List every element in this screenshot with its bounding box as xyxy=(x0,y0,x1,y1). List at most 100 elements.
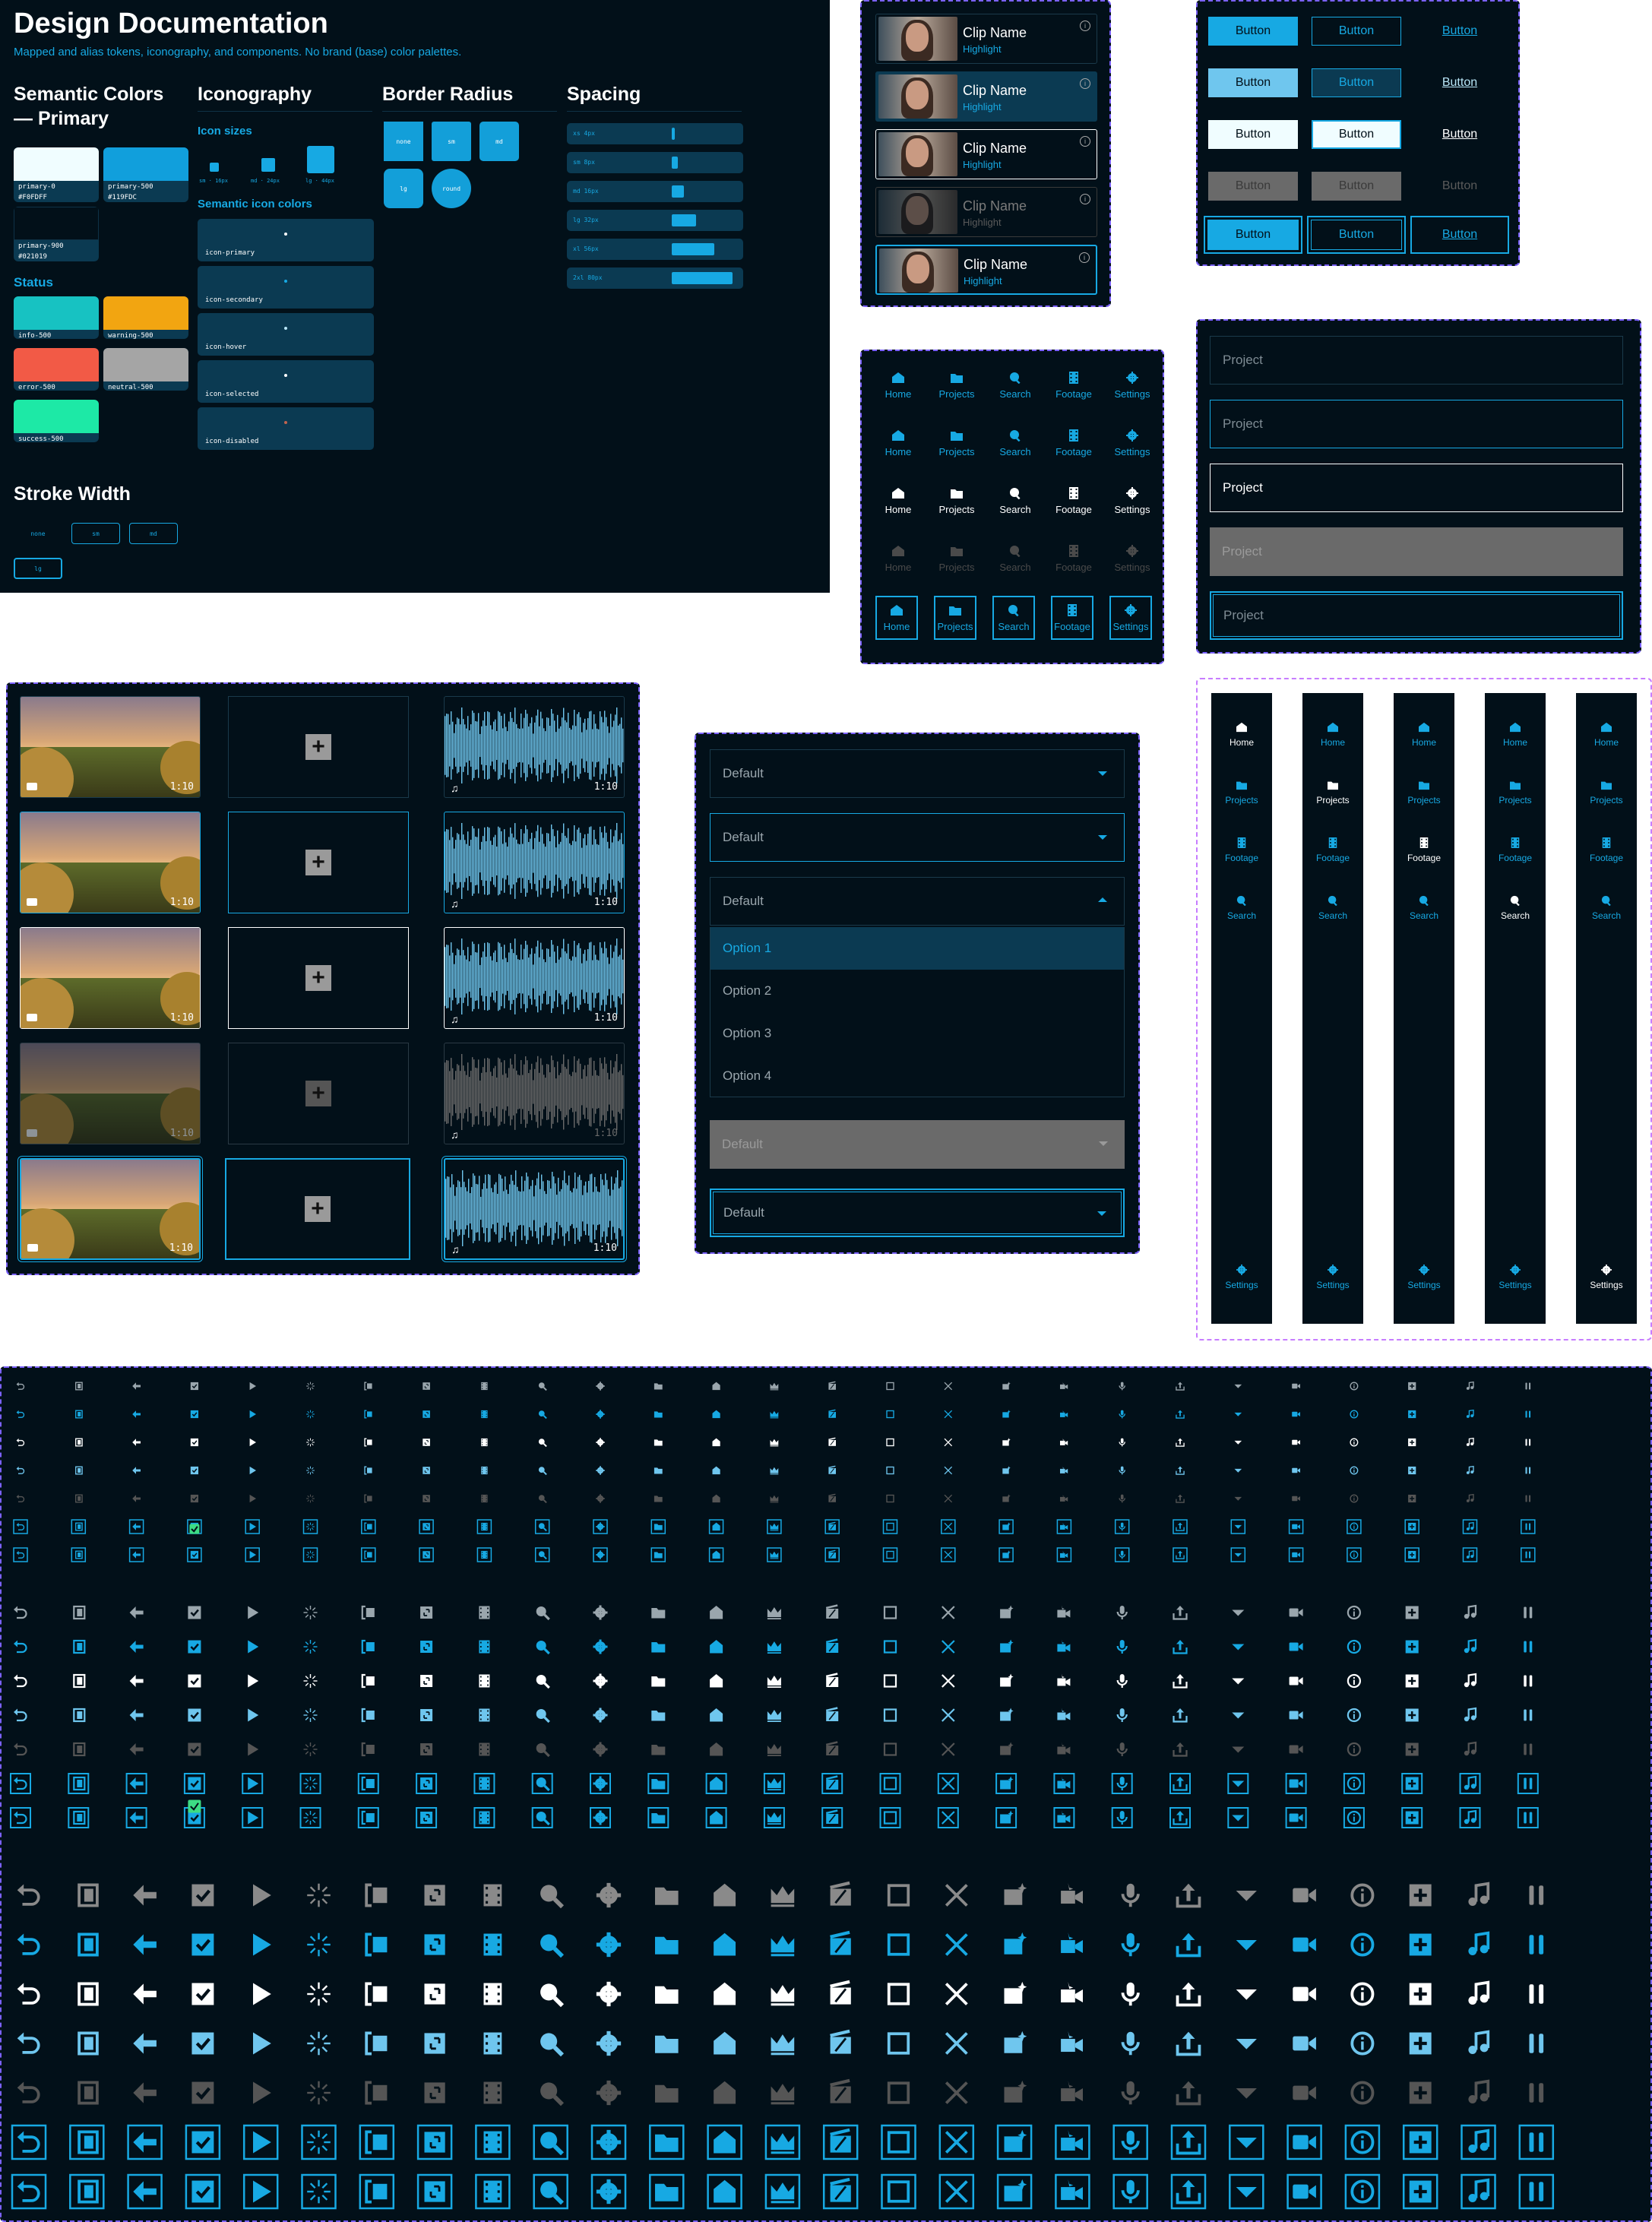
primary-button[interactable]: Button xyxy=(1208,120,1298,149)
select-option[interactable]: Option 4 xyxy=(710,1055,1125,1097)
tertiary-button[interactable]: Button xyxy=(1415,68,1505,97)
tab-search[interactable]: Search xyxy=(992,421,1038,465)
tab-settings[interactable]: Settings xyxy=(1109,421,1155,465)
select-option[interactable]: Option 2 xyxy=(710,970,1125,1012)
secondary-button[interactable]: Button xyxy=(1312,120,1401,149)
tertiary-button[interactable]: Button xyxy=(1415,17,1505,46)
film-strip-icon xyxy=(481,1382,488,1391)
sidebar-item-settings[interactable]: Settings xyxy=(1485,1265,1546,1310)
sidebar-item-footage[interactable]: Footage xyxy=(1302,837,1363,883)
sidebar-item-home[interactable]: Home xyxy=(1302,722,1363,768)
tab-projects[interactable]: Projects xyxy=(934,421,979,465)
sidebar-item-projects[interactable]: Projects xyxy=(1576,780,1637,825)
sidebar-item-search[interactable]: Search xyxy=(1394,895,1454,941)
select-selected[interactable]: Default xyxy=(710,1189,1125,1237)
project-input-default[interactable]: Project xyxy=(1210,336,1623,385)
sidebar-item-projects[interactable]: Projects xyxy=(1485,780,1546,825)
tab-settings[interactable]: Settings xyxy=(1109,479,1155,523)
video-tile[interactable]: 1:10 xyxy=(20,1158,201,1260)
sidebar-item-home[interactable]: Home xyxy=(1485,722,1546,768)
tab-home[interactable]: Home xyxy=(875,421,921,465)
add-media-tile[interactable]: + xyxy=(225,1158,410,1260)
arrow-left-icon xyxy=(132,1439,141,1446)
tab-settings[interactable]: Settings xyxy=(1109,363,1155,407)
video-tile[interactable]: 1:10 xyxy=(20,812,201,913)
tab-projects[interactable]: Projects xyxy=(934,596,976,640)
select-option[interactable]: Option 3 xyxy=(710,1012,1125,1055)
arrow-left-icon xyxy=(133,2082,157,2103)
info-icon[interactable]: i xyxy=(1080,136,1090,147)
sidebar-item-projects[interactable]: Projects xyxy=(1394,780,1454,825)
add-media-tile[interactable]: + xyxy=(228,812,409,913)
project-input-focused[interactable]: Project xyxy=(1210,464,1623,512)
sidebar-item-home[interactable]: Home xyxy=(1394,722,1454,768)
tab-search[interactable]: Search xyxy=(992,363,1038,407)
tab-search[interactable]: Search xyxy=(992,479,1038,523)
primary-button[interactable]: Button xyxy=(1208,17,1298,46)
sidebar-item-footage[interactable]: Footage xyxy=(1485,837,1546,883)
select-hover[interactable]: Default xyxy=(710,813,1125,862)
tab-search[interactable]: Search xyxy=(992,596,1035,640)
tab-settings[interactable]: Settings xyxy=(1109,596,1152,640)
sidebar-item-search[interactable]: Search xyxy=(1302,895,1363,941)
bracket-frame-icon xyxy=(364,1550,372,1559)
sidebar-item-search[interactable]: Search xyxy=(1485,895,1546,941)
project-input-hover[interactable]: Project xyxy=(1210,400,1623,448)
swatch-neutral: neutral-500 xyxy=(103,348,188,391)
tab-home[interactable]: Home xyxy=(875,363,921,407)
clip-card-default[interactable]: Clip Name Highlight i xyxy=(875,14,1097,64)
audio-tile[interactable]: ♫ 1:10 xyxy=(444,812,625,913)
sidebar-item-home[interactable]: Home xyxy=(1576,722,1637,768)
tab-footage[interactable]: Footage xyxy=(1051,596,1093,640)
tertiary-button[interactable]: Button xyxy=(1410,216,1509,254)
clip-card-disabled[interactable]: Clip Name Highlight i xyxy=(875,187,1097,237)
tab-footage[interactable]: Footage xyxy=(1051,479,1097,523)
sidebar-item-projects[interactable]: Projects xyxy=(1211,780,1272,825)
tab-footage[interactable]: Footage xyxy=(1051,421,1097,465)
tab-label: Projects xyxy=(938,445,975,457)
tab-projects[interactable]: Projects xyxy=(934,363,979,407)
clip-card-focused[interactable]: Clip Name Highlight i xyxy=(875,129,1097,179)
sidebar-item-settings[interactable]: Settings xyxy=(1211,1265,1272,1310)
secondary-button[interactable]: Button xyxy=(1307,216,1406,254)
clip-card-selected[interactable]: Clip Name Highlight i xyxy=(875,245,1097,295)
info-icon[interactable]: i xyxy=(1079,252,1090,263)
tab-projects[interactable]: Projects xyxy=(934,479,979,523)
primary-button[interactable]: Button xyxy=(1208,68,1298,97)
select-open[interactable]: Default xyxy=(710,877,1125,926)
tab-home[interactable]: Home xyxy=(875,596,918,640)
video-camera-icon xyxy=(1289,1745,1303,1754)
sidebar-item-footage[interactable]: Footage xyxy=(1211,837,1272,883)
focus-ring xyxy=(301,2124,337,2160)
sidebar-item-search[interactable]: Search xyxy=(1576,895,1637,941)
secondary-button[interactable]: Button xyxy=(1312,68,1401,97)
add-media-tile[interactable]: + xyxy=(228,927,409,1029)
audio-tile[interactable]: ♫ 1:10 xyxy=(444,1158,625,1260)
video-tile[interactable]: 1:10 xyxy=(20,696,201,798)
tertiary-button[interactable]: Button xyxy=(1415,120,1505,149)
audio-tile[interactable]: ♫ 1:10 xyxy=(444,927,625,1029)
add-media-tile[interactable]: + xyxy=(228,696,409,798)
sidebar-item-settings[interactable]: Settings xyxy=(1302,1265,1363,1310)
project-input-selected[interactable]: Project xyxy=(1210,591,1623,640)
clip-card-hover[interactable]: Clip Name Highlight i xyxy=(875,71,1097,122)
sidebar-item-settings[interactable]: Settings xyxy=(1394,1265,1454,1310)
select-default[interactable]: Default xyxy=(710,749,1125,798)
sidebar-item-home[interactable]: Home xyxy=(1211,722,1272,768)
info-icon[interactable]: i xyxy=(1080,194,1090,204)
plus-box-icon xyxy=(1405,1777,1419,1790)
video-tile[interactable]: 1:10 xyxy=(20,927,201,1029)
audio-tile[interactable]: ♫ 1:10 xyxy=(444,696,625,798)
select-option[interactable]: Option 1 xyxy=(710,927,1125,970)
primary-button[interactable]: Button xyxy=(1204,216,1302,254)
sidebar-item-footage[interactable]: Footage xyxy=(1576,837,1637,883)
sidebar-item-search[interactable]: Search xyxy=(1211,895,1272,941)
tab-footage[interactable]: Footage xyxy=(1051,363,1097,407)
info-icon[interactable]: i xyxy=(1080,78,1090,89)
sidebar-item-projects[interactable]: Projects xyxy=(1302,780,1363,825)
info-icon[interactable]: i xyxy=(1080,21,1090,31)
sidebar-item-footage[interactable]: Footage xyxy=(1394,837,1454,883)
secondary-button[interactable]: Button xyxy=(1312,17,1401,46)
tab-home[interactable]: Home xyxy=(875,479,921,523)
sidebar-item-settings[interactable]: Settings xyxy=(1576,1265,1637,1310)
